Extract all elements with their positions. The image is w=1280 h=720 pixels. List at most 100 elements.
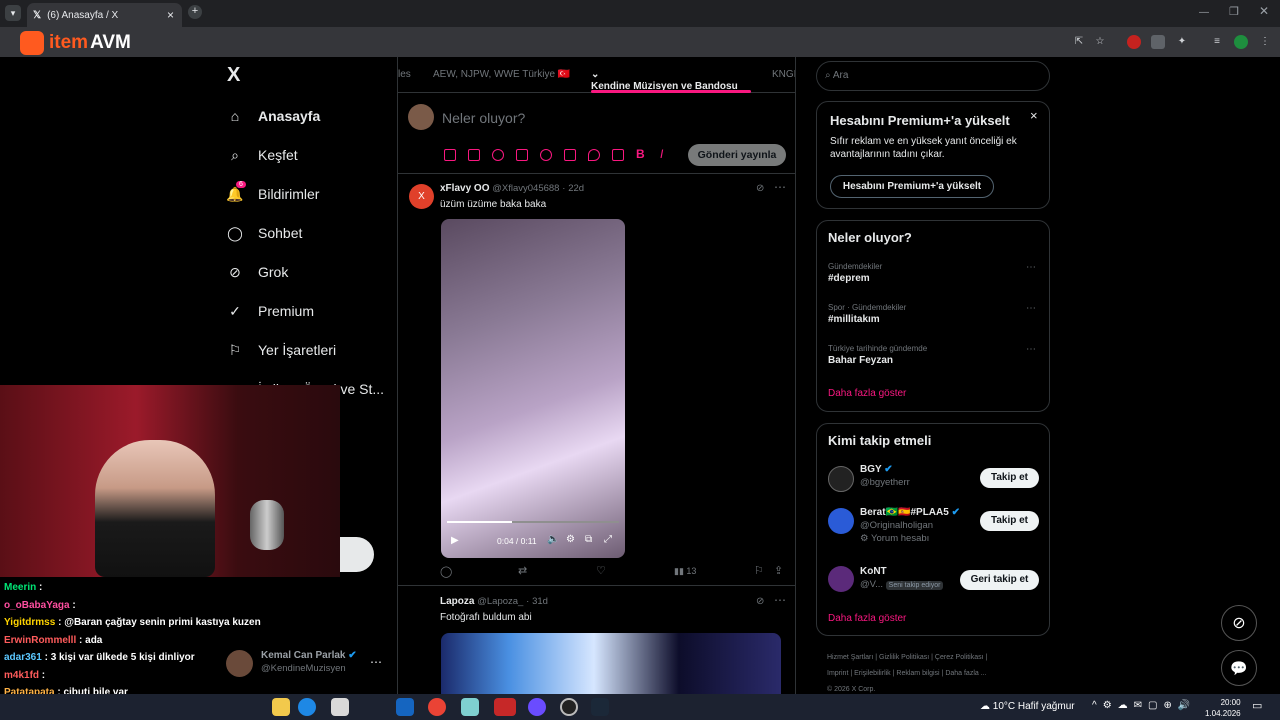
more-icon[interactable]: ⋯	[1026, 262, 1036, 273]
mail-icon[interactable]	[396, 698, 414, 716]
emoji-icon[interactable]	[540, 149, 552, 161]
x-logo[interactable]: X	[227, 64, 240, 87]
weather-widget[interactable]: ☁ 10°C Hafif yağmur	[980, 701, 1075, 712]
edge-icon[interactable]	[298, 698, 316, 716]
footer-link[interactable]: Erişilebilirlik	[854, 670, 891, 677]
footer-link[interactable]: Daha fazla ...	[945, 670, 986, 677]
new-tab-button[interactable]: +	[188, 5, 202, 19]
gif-icon[interactable]	[468, 149, 480, 161]
premium-close-icon[interactable]: ×	[1030, 108, 1038, 123]
grok-tool-icon[interactable]	[492, 149, 504, 161]
tray-icons[interactable]: ^⚙☁✉▢⊕🔊	[1092, 700, 1196, 711]
tweet[interactable]: Lapoza @Lapoza_ · 31d ⊘ ⋯ Fotoğrafı buld…	[398, 587, 795, 697]
reading-list-icon[interactable]: ≡	[1210, 35, 1224, 49]
location-icon[interactable]	[588, 149, 600, 161]
window-minimize-icon[interactable]: —	[1199, 7, 1209, 18]
follow-show-more[interactable]: Daha fazla göster	[828, 613, 906, 624]
tweet-time[interactable]: 31d	[532, 596, 548, 607]
clock[interactable]: 20:00 1.04.2026	[1205, 697, 1241, 719]
share-icon[interactable]: ⇪	[774, 564, 783, 577]
sidebar-item-7[interactable]: ⚐ Yer İşaretleri	[226, 335, 336, 365]
pip-icon[interactable]: ⧉	[585, 534, 592, 545]
sidebar-item-5[interactable]: ⊘ Grok	[226, 257, 288, 287]
steam-icon[interactable]	[591, 698, 609, 716]
follow-user[interactable]: KoNT @V... Seni takip ediyor	[860, 566, 944, 590]
install-icon[interactable]: ⇱	[1072, 35, 1086, 49]
more-icon[interactable]: ⋯	[1026, 303, 1036, 314]
grok-fab[interactable]: ⊘	[1221, 605, 1257, 641]
user-avatar[interactable]	[408, 104, 434, 130]
volume-icon[interactable]: 🔈	[547, 534, 559, 545]
puzzle-icon[interactable]: ✦	[1175, 35, 1189, 49]
footer-link[interactable]: Hizmet Şartları	[827, 654, 873, 661]
tab-close-icon[interactable]: ×	[167, 8, 174, 22]
explorer-icon[interactable]	[272, 698, 290, 716]
tweet-handle[interactable]: @Xflavy045688	[492, 183, 559, 194]
more-icon[interactable]: ⋯	[774, 593, 786, 607]
bold-icon[interactable]: B	[636, 147, 645, 161]
flag-icon[interactable]	[612, 149, 624, 161]
sidebar-item-2[interactable]: ⌕ Keşfet	[226, 140, 298, 170]
follow-button[interactable]: Takip et	[980, 511, 1039, 531]
follow-back-button[interactable]: Geri takip et	[960, 570, 1039, 590]
menu-icon[interactable]: ⋮	[1258, 35, 1272, 49]
trend-item[interactable]: Türkiye tarihinde gündemde Bahar Feyzan …	[828, 344, 1038, 366]
compose-input[interactable]: Neler oluyor?	[442, 110, 525, 126]
follow-avatar[interactable]	[828, 566, 854, 592]
window-restore-icon[interactable]: ❐	[1229, 5, 1239, 18]
tweet-avatar[interactable]: X	[409, 184, 434, 209]
image-icon[interactable]	[444, 149, 456, 161]
messages-fab[interactable]: 💬	[1221, 650, 1257, 686]
grok-icon[interactable]: ⊘	[756, 183, 764, 194]
footer-link[interactable]: Reklam bilgisi	[896, 670, 939, 677]
follow-avatar[interactable]	[828, 508, 854, 534]
bookmark-icon[interactable]: ⚐	[754, 564, 764, 577]
retweet-icon[interactable]: ⇄	[518, 564, 527, 577]
sidebar-item-6[interactable]: ✓ Premium	[226, 296, 314, 326]
play-icon[interactable]: ▶	[451, 535, 459, 546]
premium-button[interactable]: Hesabını Premium+'a yükselt	[830, 175, 994, 198]
tab-kngi[interactable]: KNGI	[772, 69, 795, 80]
like-icon[interactable]: ♡	[596, 564, 606, 577]
star-icon[interactable]: ☆	[1093, 35, 1107, 49]
poll-icon[interactable]	[516, 149, 528, 161]
trend-item[interactable]: Gündemdekiler #deprem ⋯	[828, 262, 1038, 284]
notification-icon[interactable]: ▭	[1252, 699, 1262, 712]
tweet[interactable]: X xFlavy OO @Xflavy045688 · 22d ⊘ ⋯ üzüm…	[398, 175, 795, 586]
profile-icon[interactable]	[1234, 35, 1248, 49]
follow-avatar[interactable]	[828, 466, 854, 492]
video-progress[interactable]	[447, 521, 619, 523]
tweet-time[interactable]: 22d	[568, 183, 584, 194]
views-count[interactable]: ▮▮ 13	[674, 566, 696, 577]
tweet-author[interactable]: Lapoza	[440, 596, 474, 607]
store-icon[interactable]	[331, 698, 349, 716]
tab-aew[interactable]: AEW, NJPW, WWE Türkiye 🇹🇷	[433, 69, 570, 80]
app-icon[interactable]	[461, 698, 479, 716]
browser-tab[interactable]: 𝕏 (6) Anasayfa / X ×	[27, 3, 182, 27]
address-bar[interactable]	[0, 27, 1280, 57]
footer-link[interactable]: Imprint	[827, 670, 848, 677]
tweet-author[interactable]: xFlavy OO	[440, 183, 489, 194]
more-icon[interactable]: ⋯	[774, 180, 786, 194]
grok-icon[interactable]: ⊘	[756, 596, 764, 607]
chrome-icon[interactable]	[428, 698, 446, 716]
fullscreen-icon[interactable]: ⤢	[604, 534, 612, 545]
tweet-image[interactable]	[441, 633, 781, 697]
obs-icon[interactable]	[560, 698, 578, 716]
extension-red-icon[interactable]	[1127, 35, 1141, 49]
tweet-video[interactable]: ▶ 0:04 / 0:11 🔈 ⚙ ⧉ ⤢	[441, 219, 625, 558]
footer-link[interactable]: Çerez Politikası	[935, 654, 984, 661]
window-close-icon[interactable]: ✕	[1259, 4, 1269, 18]
settings-icon[interactable]: ⚙	[566, 534, 575, 545]
reply-icon[interactable]: ◯	[440, 565, 452, 578]
schedule-icon[interactable]	[564, 149, 576, 161]
tab-search-button[interactable]: ▾	[5, 5, 21, 21]
follow-user[interactable]: Berat🇧🇷🇪🇸#PLAA5 ✔ @Originalholigan ⚙ Yor…	[860, 507, 960, 544]
italic-icon[interactable]: I	[660, 147, 663, 161]
follow-button[interactable]: Takip et	[980, 468, 1039, 488]
app-icon[interactable]	[494, 698, 516, 716]
tab-les[interactable]: les	[398, 69, 411, 80]
extension-gray-icon[interactable]	[1151, 35, 1165, 49]
tab-kendine-muzisyen[interactable]: Kendine Müzisyen ve Bandosu ⌄	[591, 69, 738, 92]
sidebar-item-4[interactable]: ◯ Sohbet	[226, 218, 302, 248]
